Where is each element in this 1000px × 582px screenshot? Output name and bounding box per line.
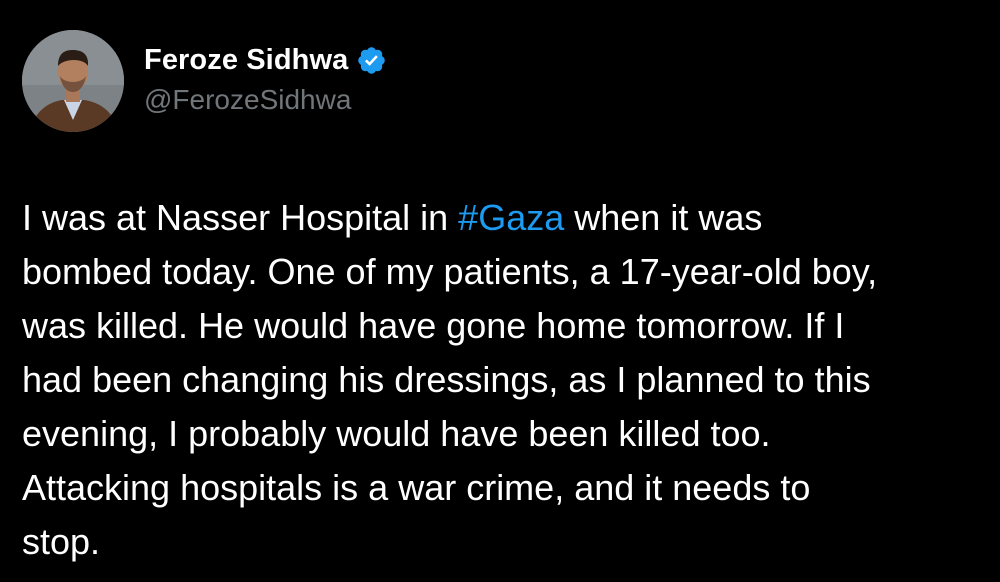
tweet-line-1: I was at Nasser Hospital in #Gaza when i… <box>22 191 987 245</box>
tweet-line-7: stop. <box>22 521 101 562</box>
tweet-text-segment: when it was <box>564 197 763 238</box>
author-handle[interactable]: @FerozeSidhwa <box>144 84 351 116</box>
tweet-line-5: evening, I probably would have been kill… <box>22 413 771 454</box>
tweet-text: I was at Nasser Hospital in #Gaza when i… <box>22 191 987 569</box>
author-name-row: Feroze Sidhwa <box>144 40 387 80</box>
tweet-line-4: had been changing his dressings, as I pl… <box>22 359 871 400</box>
avatar-photo-icon <box>22 30 124 132</box>
tweet-text-segment: I was at Nasser Hospital in <box>22 197 459 238</box>
tweet-line-3: was killed. He would have gone home tomo… <box>22 305 845 346</box>
tweet-line-6: Attacking hospitals is a war crime, and … <box>22 467 811 508</box>
tweet-line-2: bombed today. One of my patients, a 17-y… <box>22 251 878 292</box>
verified-badge-icon[interactable] <box>356 45 387 76</box>
avatar[interactable] <box>22 30 124 132</box>
hashtag-link[interactable]: #Gaza <box>458 197 564 238</box>
author-display-name[interactable]: Feroze Sidhwa <box>144 44 348 77</box>
tweet-card: Feroze Sidhwa @FerozeSidhwa I was at Nas… <box>0 0 1000 582</box>
